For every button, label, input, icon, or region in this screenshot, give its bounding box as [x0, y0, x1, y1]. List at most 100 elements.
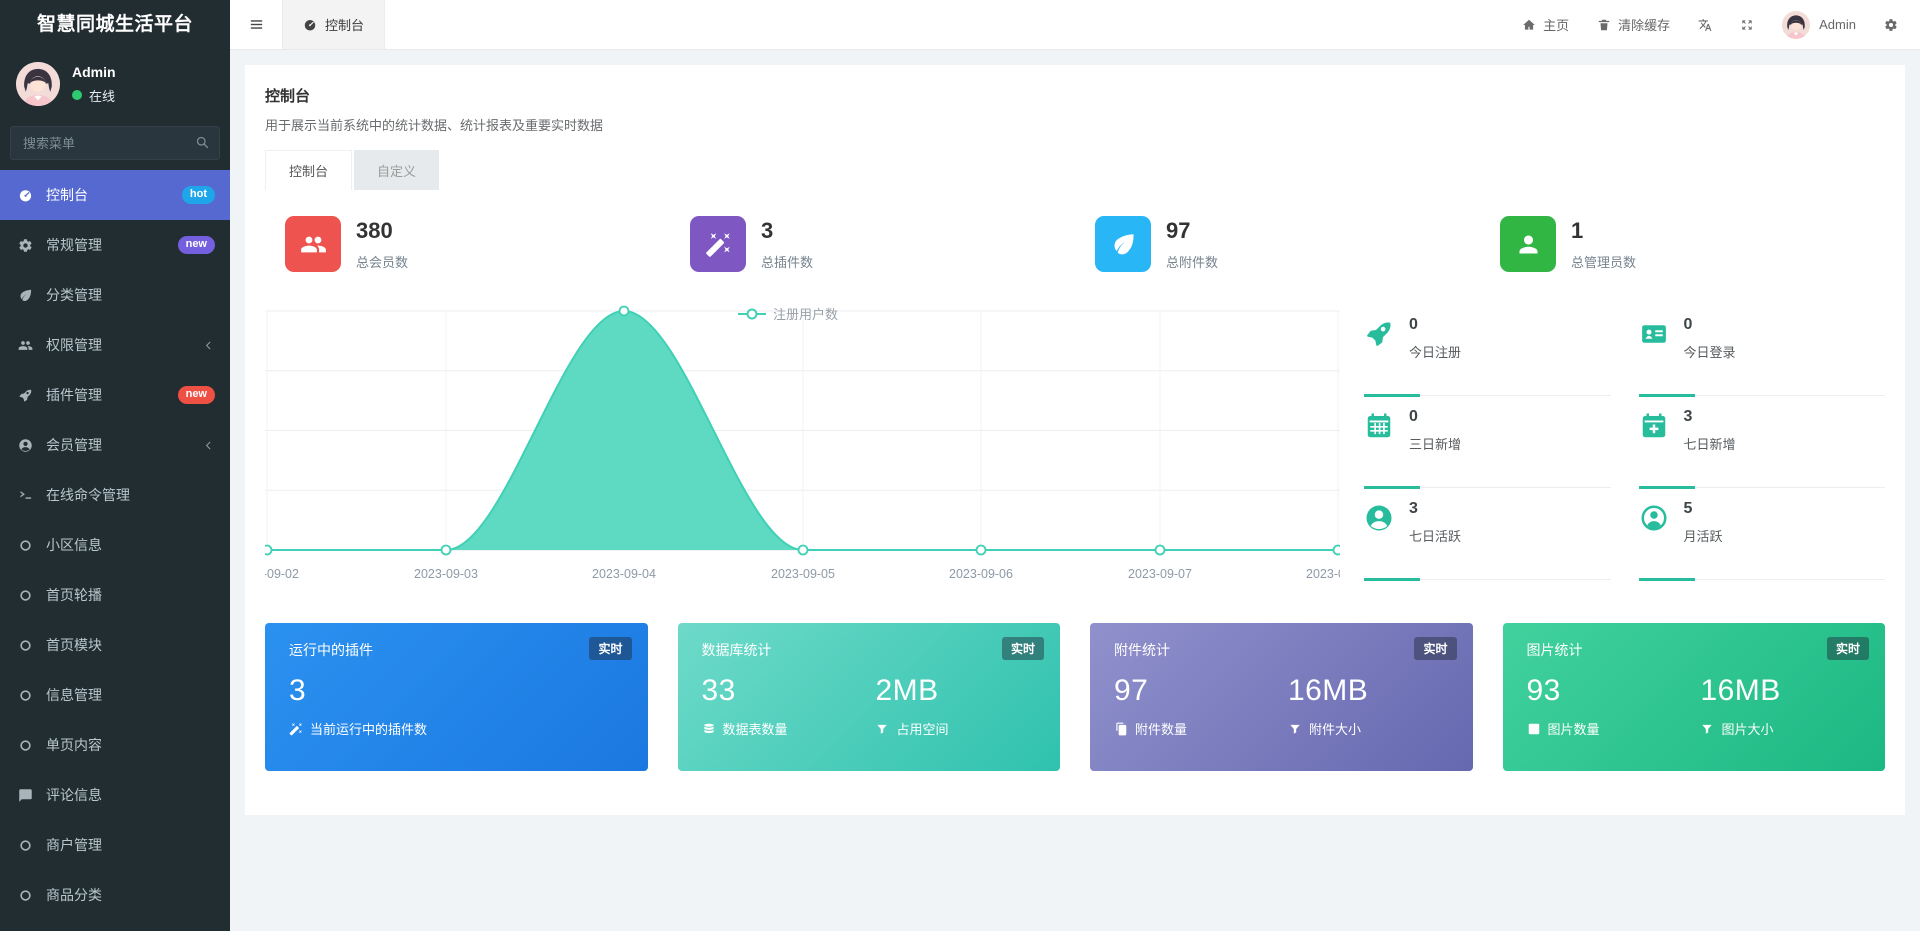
mini-stat-value: 3: [1409, 500, 1461, 518]
stat-value: 97: [1166, 218, 1218, 244]
metric-value: 2MB: [875, 674, 1036, 708]
user-menu[interactable]: Admin: [1782, 11, 1856, 39]
chart-legend[interactable]: 注册用户数: [738, 304, 838, 323]
home-link[interactable]: 主页: [1522, 15, 1569, 34]
wand-icon: [690, 216, 746, 272]
navbar-avatar: [1782, 11, 1810, 39]
stat-value: 3: [761, 218, 813, 244]
sidebar-item-merchant-manage[interactable]: 商户管理: [0, 820, 230, 870]
user-status-label: 在线: [89, 86, 115, 105]
search-input[interactable]: [10, 126, 220, 160]
sidebar: 智慧同城生活平台 Admin 在线 控制台hot常规管理new分类管理权限管理插…: [0, 0, 230, 931]
filter-icon: [875, 722, 889, 736]
stat-总管理员数: 1总管理员数: [1480, 216, 1885, 272]
x-tick-label: 2023-09-05: [771, 567, 835, 581]
user-circle-icon: [15, 438, 35, 453]
sidebar-item-auth[interactable]: 权限管理: [0, 320, 230, 370]
sidebar-item-addon[interactable]: 插件管理new: [0, 370, 230, 420]
sidebar-item-label: 会员管理: [46, 435, 102, 455]
mini-stat-seven-day-new: 3七日新增: [1639, 396, 1886, 488]
page-subtitle: 用于展示当前系统中的统计数据、统计报表及重要实时数据: [265, 115, 1885, 134]
tab-自定义[interactable]: 自定义: [354, 150, 439, 190]
stat-总插件数: 3总插件数: [670, 216, 1075, 272]
users-icon: [15, 338, 35, 353]
sidebar-item-community-info[interactable]: 小区信息: [0, 520, 230, 570]
clear-cache-link[interactable]: 清除缓存: [1597, 15, 1670, 34]
stat-value: 1: [1571, 218, 1636, 244]
user-icon: [1500, 216, 1556, 272]
sidebar-item-general[interactable]: 常规管理new: [0, 220, 230, 270]
sidebar-item-comment-info[interactable]: 评论信息: [0, 770, 230, 820]
card-title: 数据库统计: [702, 640, 1037, 660]
mini-stats-grid: 0今日注册0今日登录0三日新增3七日新增3七日活跃5月活跃: [1364, 304, 1885, 587]
id-card-icon: [1639, 319, 1669, 361]
sidebar-item-goods-category[interactable]: 商品分类: [0, 870, 230, 920]
card-metric: 33数据表数量: [702, 674, 876, 738]
mini-stat-value: 3: [1684, 408, 1736, 426]
mini-stat-label: 今日注册: [1409, 342, 1461, 361]
navbar-tab-dashboard[interactable]: 控制台: [282, 0, 385, 49]
stat-label: 总会员数: [356, 252, 408, 271]
sidebar-item-info-manage[interactable]: 信息管理: [0, 670, 230, 720]
sidebar-item-label: 商户管理: [46, 835, 102, 855]
sidebar-item-label: 首页模块: [46, 635, 102, 655]
menu-icon[interactable]: [230, 0, 282, 49]
sidebar-search: [10, 126, 220, 160]
sidebar-item-label: 小区信息: [46, 535, 102, 555]
translate-icon: [1698, 18, 1712, 32]
sidebar-item-home-carousel[interactable]: 首页轮播: [0, 570, 230, 620]
sidebar-item-label: 单页内容: [46, 735, 102, 755]
sidebar-item-member[interactable]: 会员管理: [0, 420, 230, 470]
app-title: 智慧同城生活平台: [0, 0, 230, 50]
card-attachment-stats: 附件统计实时97附件数量16MB附件大小: [1090, 623, 1473, 771]
realtime-badge: 实时: [1002, 637, 1044, 660]
sidebar-item-category[interactable]: 分类管理: [0, 270, 230, 320]
summary-cards-row: 运行中的插件实时3当前运行中的插件数数据库统计实时33数据表数量2MB占用空间附…: [265, 623, 1885, 771]
sidebar-item-dashboard[interactable]: 控制台 hot: [0, 170, 230, 220]
sidebar-item-online-command[interactable]: 在线命令管理: [0, 470, 230, 520]
sidebar-item-label: 评论信息: [46, 785, 102, 805]
sidebar-item-label: 常规管理: [46, 235, 102, 255]
circle-o-icon: [15, 838, 35, 853]
badge-hot: hot: [182, 186, 215, 203]
home-link-label: 主页: [1543, 15, 1569, 34]
gear-icon: [15, 238, 35, 253]
stat-总附件数: 97总附件数: [1075, 216, 1480, 272]
stat-value: 380: [356, 218, 408, 244]
leaf-icon: [15, 288, 35, 303]
card-title: 附件统计: [1114, 640, 1449, 660]
content-tabs: 控制台自定义: [265, 150, 1885, 190]
dashboard-panel: 控制台 用于展示当前系统中的统计数据、统计报表及重要实时数据 控制台自定义 38…: [245, 65, 1905, 815]
sidebar-item-label: 权限管理: [46, 335, 102, 355]
circle-o-icon: [15, 738, 35, 753]
translate-button[interactable]: [1698, 18, 1712, 32]
fullscreen-button[interactable]: [1740, 18, 1754, 32]
sidebar-item-home-module[interactable]: 首页模块: [0, 620, 230, 670]
tab-控制台[interactable]: 控制台: [265, 150, 352, 190]
top-navbar: 控制台 主页 清除缓存 Admin: [230, 0, 1920, 50]
mini-stat-three-day-new: 0三日新增: [1364, 396, 1611, 488]
metric-value: 16MB: [1700, 674, 1861, 708]
terminal-icon: [15, 488, 35, 503]
settings-button[interactable]: [1884, 18, 1898, 32]
main-content: 控制台 用于展示当前系统中的统计数据、统计报表及重要实时数据 控制台自定义 38…: [230, 50, 1920, 931]
user-avatar[interactable]: [16, 62, 60, 106]
sidebar-item-label: 首页轮播: [46, 585, 102, 605]
database-icon: [702, 722, 716, 736]
metric-label: 占用空间: [896, 719, 948, 738]
sidebar-item-single-page[interactable]: 单页内容: [0, 720, 230, 770]
clear-cache-label: 清除缓存: [1618, 15, 1670, 34]
copy-icon: [1114, 722, 1128, 736]
x-tick-label: 2023-09-07: [1128, 567, 1192, 581]
chart-plot: [265, 304, 1340, 556]
sidebar-item-label: 插件管理: [46, 385, 102, 405]
metric-label: 附件数量: [1135, 719, 1187, 738]
stat-总会员数: 380 总会员数: [265, 216, 670, 272]
sidebar-item-label: 控制台: [46, 185, 88, 205]
user-status: 在线: [72, 86, 116, 105]
mini-stat-value: 0: [1409, 316, 1461, 334]
metric-label: 当前运行中的插件数: [310, 719, 427, 738]
leaf-icon: [1095, 216, 1151, 272]
stats-row: 380 总会员数 3总插件数97总附件数1总管理员数: [265, 216, 1885, 272]
card-metric: 16MB附件大小: [1288, 674, 1449, 738]
